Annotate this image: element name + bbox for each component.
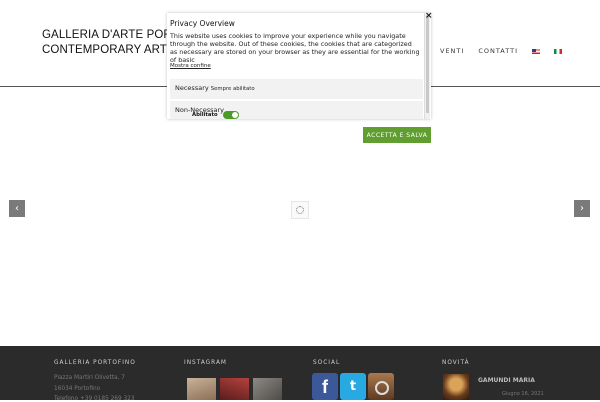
news-thumbnail[interactable] [443, 374, 469, 400]
popup-scrollbar-thumb[interactable] [426, 15, 429, 113]
accept-and-save-button[interactable]: ACCETTA E SALVA [363, 127, 431, 143]
news-item-title[interactable]: GAMUNDI MARIA [478, 377, 535, 384]
twitter-icon[interactable]: t [340, 373, 366, 400]
footer-gallery-title: GALLERIA PORTOFINO [54, 360, 136, 366]
instagram-icon[interactable] [368, 373, 394, 400]
main-nav: VENTI CONTATTI [440, 47, 562, 55]
close-icon[interactable]: × [425, 12, 433, 21]
necessary-cookies-row[interactable]: Necessary Sempre abilitato [170, 79, 423, 99]
cookie-privacy-popup: Privacy Overview This website uses cooki… [167, 13, 431, 119]
italy-flag-icon[interactable] [553, 48, 562, 54]
slider-next-button[interactable]: › [574, 200, 590, 217]
facebook-icon[interactable]: f [312, 373, 338, 400]
instagram-thumbnail[interactable] [187, 378, 216, 400]
always-enabled-label: Sempre abilitato [210, 86, 255, 92]
necessary-label: Necessary [175, 84, 209, 92]
nav-item-contatti[interactable]: CONTATTI [478, 47, 518, 55]
footer-address-line-2: 16034 Portofino [54, 386, 101, 392]
privacy-overview-text: This website uses cookies to improve you… [170, 32, 420, 64]
site-footer: GALLERIA PORTOFINO Piazza Martiri Olivet… [0, 346, 600, 402]
privacy-overview-title: Privacy Overview [170, 19, 235, 28]
footer-instagram-title: INSTAGRAM [184, 360, 227, 366]
popup-scrollbar[interactable] [424, 13, 430, 119]
footer-news-title: NOVITÀ [442, 360, 470, 366]
footer-phone[interactable]: Telefono +39 0185 269 323 [54, 396, 135, 402]
instagram-thumbnail[interactable] [220, 378, 249, 400]
non-necessary-toggle-group: Abilitato [192, 111, 239, 119]
news-item-date: Giugno 16, 2021 [502, 391, 544, 397]
instagram-thumbnail[interactable] [253, 378, 282, 400]
loading-spinner-icon [291, 201, 309, 219]
nav-item-eventi[interactable]: VENTI [440, 47, 464, 55]
footer-address-line-1: Piazza Martiri Olivetta, 7 [54, 375, 125, 381]
toggle-enabled-label: Abilitato [192, 112, 218, 118]
show-more-link[interactable]: Mostra confine [170, 63, 211, 69]
slider-prev-button[interactable]: ‹ [9, 200, 25, 217]
us-flag-icon[interactable] [531, 48, 540, 54]
footer-social-title: SOCIAL [313, 360, 341, 366]
non-necessary-toggle[interactable] [222, 111, 239, 119]
